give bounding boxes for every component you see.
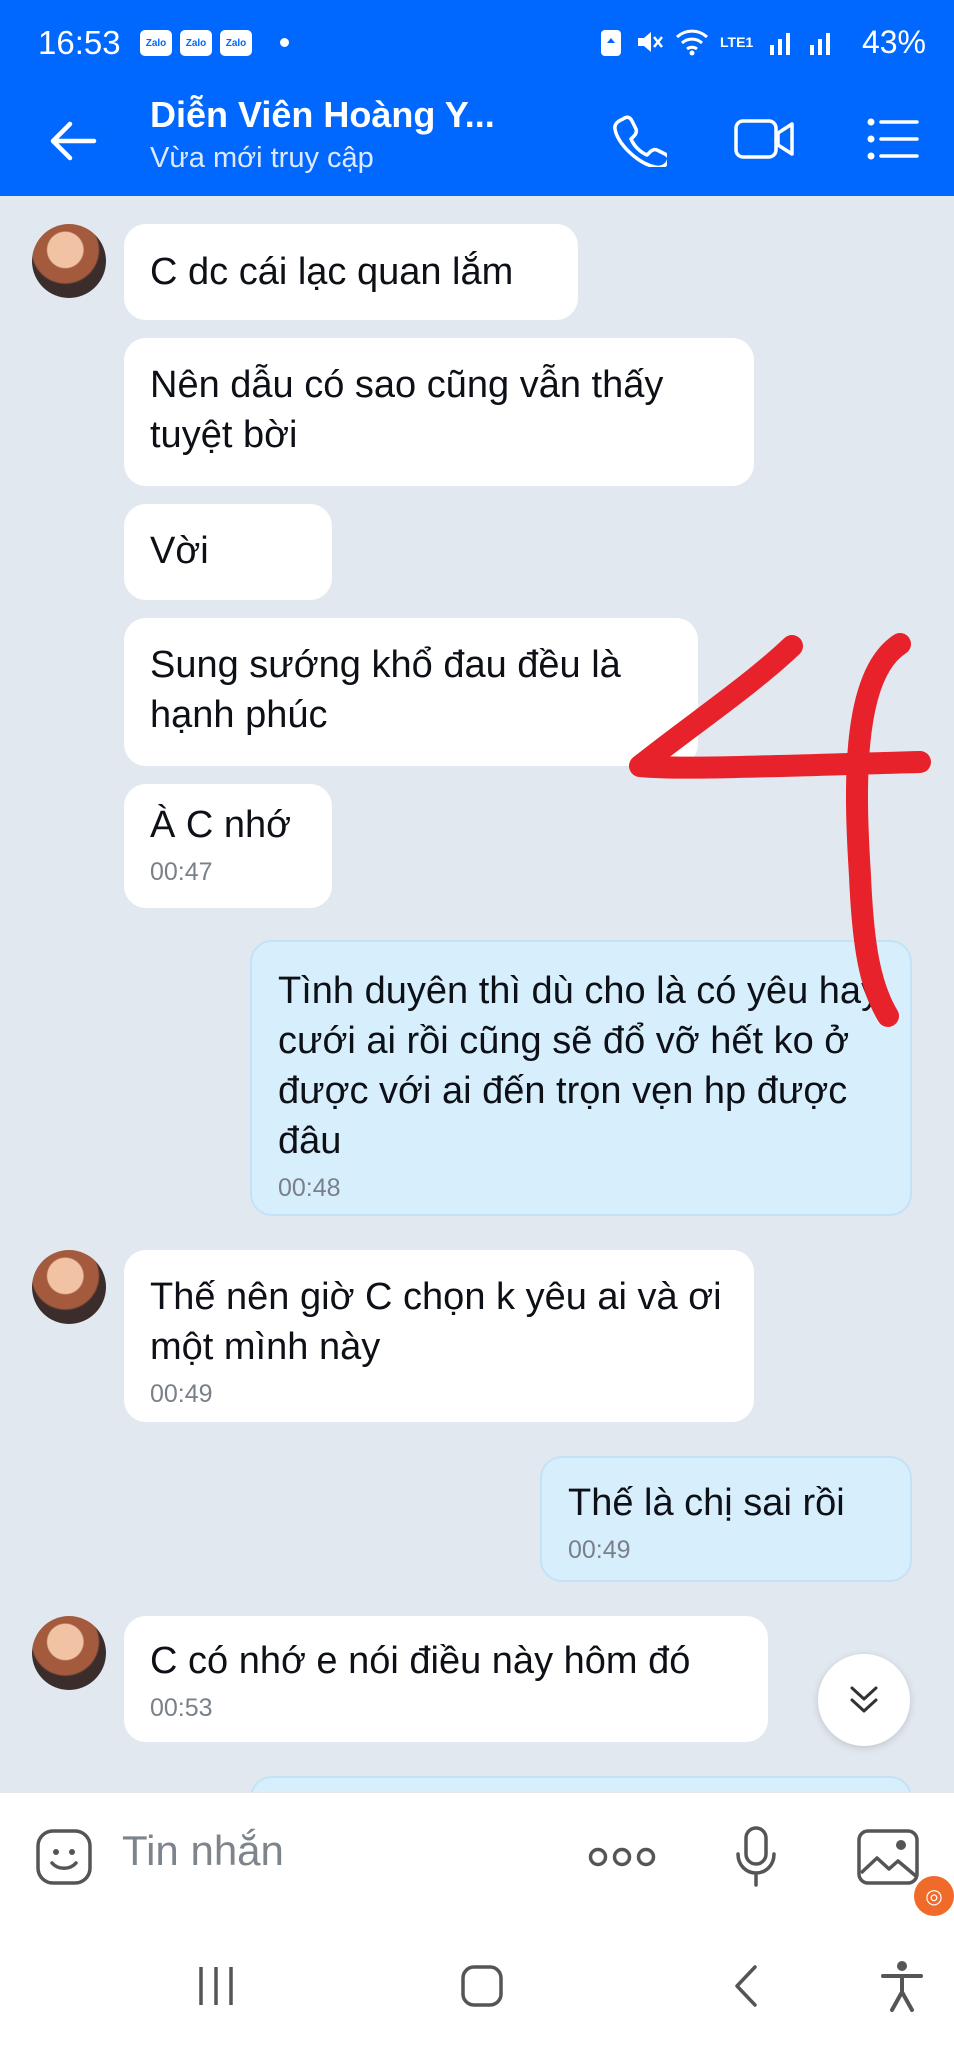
more-options-icon	[588, 1847, 656, 1867]
image-icon	[857, 1829, 919, 1885]
home-button[interactable]	[442, 1946, 522, 2026]
back-arrow-icon	[50, 121, 97, 161]
chevron-down-double-icon	[850, 1686, 878, 1713]
message-bubble-partial[interactable]	[250, 1776, 912, 1792]
sticker-button[interactable]	[28, 1821, 100, 1893]
wifi-icon	[675, 29, 709, 56]
status-icons: LTE1	[598, 26, 836, 58]
signal-icon	[770, 33, 790, 55]
voice-call-button[interactable]	[604, 104, 674, 174]
send-image-button[interactable]	[852, 1821, 924, 1893]
message-text: Tình duyên thì dù cho là có yêu hay cưới…	[278, 970, 881, 1162]
contact-avatar[interactable]	[32, 224, 106, 298]
status-time: 16:53	[38, 24, 121, 61]
message-time: 00:49	[150, 1380, 213, 1408]
message-time: 00:47	[150, 858, 213, 886]
accessibility-button[interactable]	[862, 1946, 942, 2026]
message-list[interactable]: C dc cái lạc quan lắm Nên dẫu có sao cũn…	[0, 196, 954, 1792]
zalo-notification-icon: Zalo	[220, 30, 252, 56]
signal-icon	[810, 33, 830, 55]
recent-apps-icon	[199, 1967, 233, 2005]
message-input[interactable]: Tin nhắn	[122, 1827, 284, 1875]
back-nav-button[interactable]	[708, 1946, 788, 2026]
recent-apps-button[interactable]	[176, 1946, 256, 2026]
message-bubble[interactable]: Vời	[124, 504, 332, 600]
message-text: Thế nên giờ C chọn k yêu ai và ơi một mì…	[150, 1276, 722, 1368]
back-nav-icon	[735, 1965, 757, 2007]
video-call-icon	[734, 119, 794, 159]
message-bubble[interactable]: C dc cái lạc quan lắm	[124, 224, 578, 320]
lte-indicator: LTE1	[720, 34, 754, 50]
contact-status: Vừa mới truy cập	[150, 142, 374, 174]
accessibility-icon	[881, 1961, 923, 2012]
contact-name[interactable]: Diễn Viên Hoàng Y...	[150, 94, 495, 136]
message-input-bar: Tin nhắn	[0, 1792, 954, 1920]
options-menu-button[interactable]	[858, 104, 928, 174]
message-bubble[interactable]: À C nhớ 00:47	[124, 784, 332, 908]
phone-icon	[613, 115, 667, 167]
message-time: 00:53	[150, 1694, 213, 1722]
home-icon	[461, 1965, 503, 2007]
message-bubble[interactable]: Tình duyên thì dù cho là có yêu hay cưới…	[250, 940, 912, 1216]
battery-level: 43%	[861, 24, 926, 60]
chat-header: Diễn Viên Hoàng Y... Vừa mới truy cập	[0, 86, 954, 196]
sync-icon	[601, 30, 621, 56]
more-options-button[interactable]	[586, 1821, 658, 1893]
message-bubble[interactable]: Thế là chị sai rồi 00:49	[540, 1456, 912, 1582]
message-text: Nên dẫu có sao cũng vẫn thấy tuyệt bời	[150, 364, 664, 456]
message-time: 00:48	[278, 1174, 341, 1202]
microphone-icon	[736, 1826, 776, 1887]
message-time: 00:49	[568, 1536, 631, 1564]
zalo-notification-icon: Zalo	[140, 30, 172, 56]
scroll-to-bottom-button[interactable]	[818, 1654, 910, 1746]
floating-chat-head-icon[interactable]: ◎	[914, 1876, 954, 1916]
message-bubble[interactable]: Thế nên giờ C chọn k yêu ai và ơi một mì…	[124, 1250, 754, 1422]
voice-message-button[interactable]	[720, 1821, 792, 1893]
message-bubble[interactable]: Nên dẫu có sao cũng vẫn thấy tuyệt bời	[124, 338, 754, 486]
message-bubble[interactable]: C có nhớ e nói điều này hôm đó 00:53	[124, 1616, 768, 1742]
mute-icon	[638, 32, 663, 52]
contact-avatar[interactable]	[32, 1616, 106, 1690]
menu-icon	[867, 118, 919, 160]
contact-avatar[interactable]	[32, 1250, 106, 1324]
sticker-icon	[36, 1829, 92, 1885]
message-bubble[interactable]: Sung sướng khổ đau đều là hạnh phúc	[124, 618, 698, 766]
system-nav-bar	[0, 1920, 954, 2048]
message-text: Vời	[150, 530, 209, 572]
more-notifications-dot-icon	[280, 38, 289, 47]
message-text: À C nhớ	[150, 804, 292, 846]
message-text: Sung sướng khổ đau đều là hạnh phúc	[150, 644, 621, 736]
zalo-notification-icon: Zalo	[180, 30, 212, 56]
message-text: Thế là chị sai rồi	[568, 1482, 845, 1524]
message-text: C có nhớ e nói điều này hôm đó	[150, 1640, 691, 1682]
message-text: C dc cái lạc quan lắm	[150, 251, 514, 293]
video-call-button[interactable]	[730, 104, 800, 174]
status-bar: 16:53 Zalo Zalo Zalo LTE1 43%	[0, 0, 954, 86]
back-button[interactable]	[40, 108, 106, 174]
